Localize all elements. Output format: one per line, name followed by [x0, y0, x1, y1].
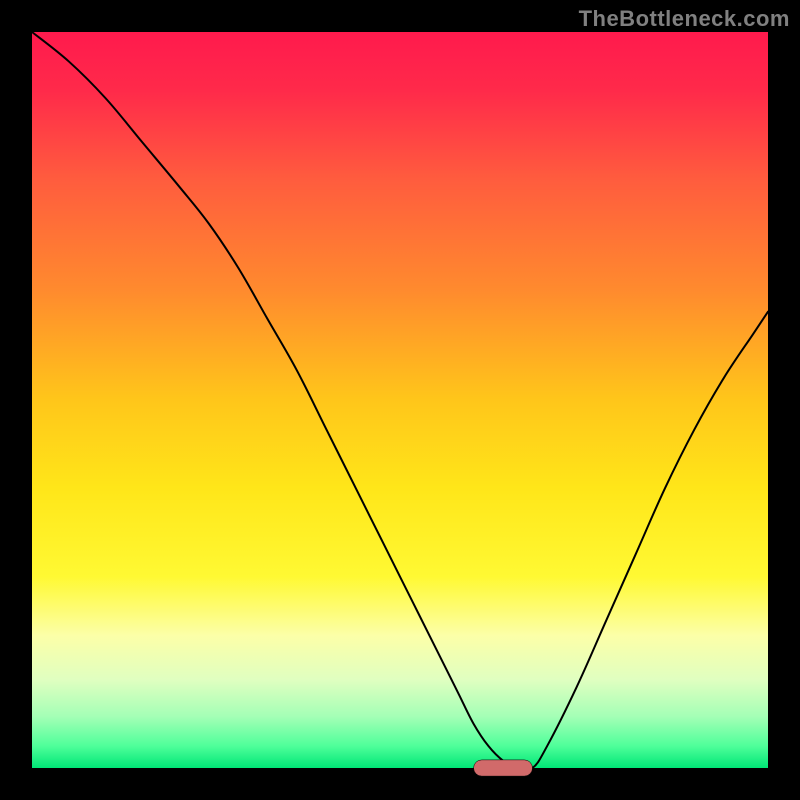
- watermark-text: TheBottleneck.com: [579, 6, 790, 32]
- optimum-marker: [474, 760, 533, 776]
- chart-frame: [768, 0, 800, 800]
- bottleneck-chart: TheBottleneck.com: [0, 0, 800, 800]
- chart-frame: [0, 0, 32, 800]
- chart-frame: [0, 768, 800, 800]
- chart-canvas: [0, 0, 800, 800]
